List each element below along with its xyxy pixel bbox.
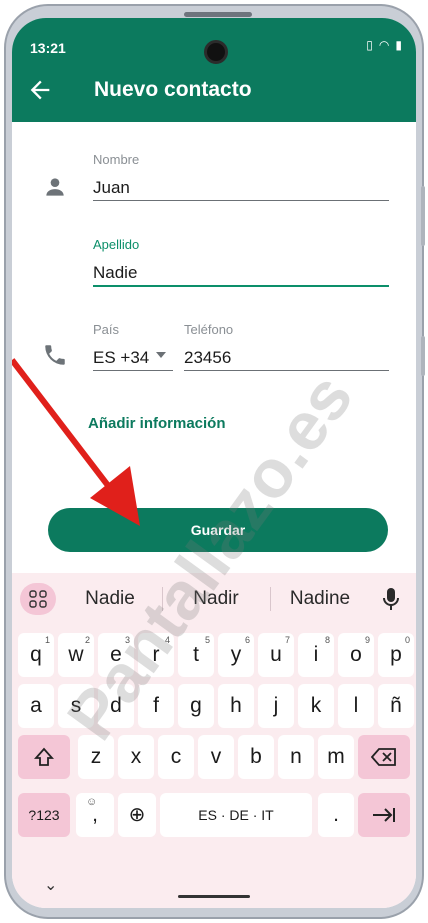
key-c[interactable]: c xyxy=(158,735,194,779)
keyboard: Nadie Nadir Nadine ?123 ☺ , ⊕ ES · DE · … xyxy=(12,573,416,908)
key-hint: 0 xyxy=(404,635,410,645)
key-i[interactable]: 8i xyxy=(298,633,334,677)
backspace-key[interactable] xyxy=(358,735,410,779)
suggestion-divider xyxy=(270,587,271,611)
volume-button xyxy=(421,186,425,246)
key-label: i xyxy=(313,643,319,666)
phone-field[interactable]: 23456 xyxy=(184,348,231,368)
microphone-icon[interactable] xyxy=(382,587,400,611)
app-bar: 13:21 ▯ ◠ ▮ Nuevo contacto xyxy=(12,18,416,122)
globe-icon: ⊕ xyxy=(128,804,146,826)
emoji-icon: ☺ xyxy=(86,796,98,808)
speaker-slot xyxy=(184,12,252,17)
red-arrow-annotation xyxy=(12,358,140,526)
first-name-label: Nombre xyxy=(93,152,140,167)
key-ñ[interactable]: ñ xyxy=(378,684,414,728)
first-name-underline xyxy=(93,200,389,201)
phone-label: Teléfono xyxy=(184,322,234,337)
key-label: y xyxy=(230,643,242,666)
status-time: 13:21 xyxy=(30,40,66,56)
key-label: u xyxy=(270,643,282,666)
key-m[interactable]: m xyxy=(318,735,354,779)
power-button xyxy=(421,336,425,376)
first-name-field[interactable]: Juan xyxy=(93,178,130,198)
key-y[interactable]: 6y xyxy=(218,633,254,677)
wifi-icon: ◠ xyxy=(378,38,390,52)
period-key[interactable]: . xyxy=(318,793,354,837)
comma-key[interactable]: ☺ , xyxy=(76,793,114,837)
key-hint: 8 xyxy=(324,635,330,645)
hide-keyboard-chevron-icon[interactable]: ⌄ xyxy=(44,875,57,895)
keyboard-apps-button[interactable] xyxy=(20,583,56,615)
battery-icon: ▮ xyxy=(395,38,402,52)
status-icons: ▯ ◠ ▮ xyxy=(366,38,402,52)
country-label: País xyxy=(93,322,120,337)
key-n[interactable]: n xyxy=(278,735,314,779)
last-name-label: Apellido xyxy=(93,237,140,252)
suggestion-3[interactable]: Nadine xyxy=(278,588,362,610)
key-j[interactable]: j xyxy=(258,684,294,728)
key-o[interactable]: 9o xyxy=(338,633,374,677)
key-hint: 2 xyxy=(84,635,90,645)
key-u[interactable]: 7u xyxy=(258,633,294,677)
language-key[interactable]: ⊕ xyxy=(118,793,156,837)
gesture-handle xyxy=(178,895,250,898)
screen: 13:21 ▯ ◠ ▮ Nuevo contacto Nombre Juan A… xyxy=(12,18,416,908)
shift-key[interactable] xyxy=(18,735,70,779)
key-hint: 1 xyxy=(44,635,50,645)
key-p[interactable]: 0p xyxy=(378,633,414,677)
last-name-field[interactable]: Nadie xyxy=(93,263,137,283)
vibrate-icon: ▯ xyxy=(366,38,373,52)
page-title: Nuevo contacto xyxy=(94,78,252,101)
key-label: o xyxy=(350,643,362,666)
key-hint: 5 xyxy=(204,635,210,645)
key-hint: 6 xyxy=(244,635,250,645)
key-label: t xyxy=(193,643,199,666)
phone-underline xyxy=(184,370,389,371)
key-v[interactable]: v xyxy=(198,735,234,779)
back-arrow-icon[interactable] xyxy=(26,76,54,104)
key-l[interactable]: l xyxy=(338,684,374,728)
key-q[interactable]: 1q xyxy=(18,633,54,677)
key-hint: 7 xyxy=(284,635,290,645)
grid-icon xyxy=(29,590,47,608)
enter-arrow-icon xyxy=(373,808,395,822)
person-icon xyxy=(46,178,64,196)
key-label: w xyxy=(68,643,84,666)
enter-key[interactable] xyxy=(358,793,410,837)
symbols-key[interactable]: ?123 xyxy=(18,793,70,837)
phone-frame: 13:21 ▯ ◠ ▮ Nuevo contacto Nombre Juan A… xyxy=(4,4,425,919)
front-camera xyxy=(204,40,228,64)
key-g[interactable]: g xyxy=(178,684,214,728)
key-b[interactable]: b xyxy=(238,735,274,779)
last-name-underline xyxy=(93,285,389,287)
space-key[interactable]: ES · DE · IT xyxy=(160,793,312,837)
key-k[interactable]: k xyxy=(298,684,334,728)
key-hint: 9 xyxy=(364,635,370,645)
key-label: p xyxy=(390,643,402,666)
shift-icon xyxy=(33,747,55,766)
key-label: q xyxy=(30,643,42,666)
key-h[interactable]: h xyxy=(218,684,254,728)
key-a[interactable]: a xyxy=(18,684,54,728)
backspace-icon xyxy=(370,748,396,766)
